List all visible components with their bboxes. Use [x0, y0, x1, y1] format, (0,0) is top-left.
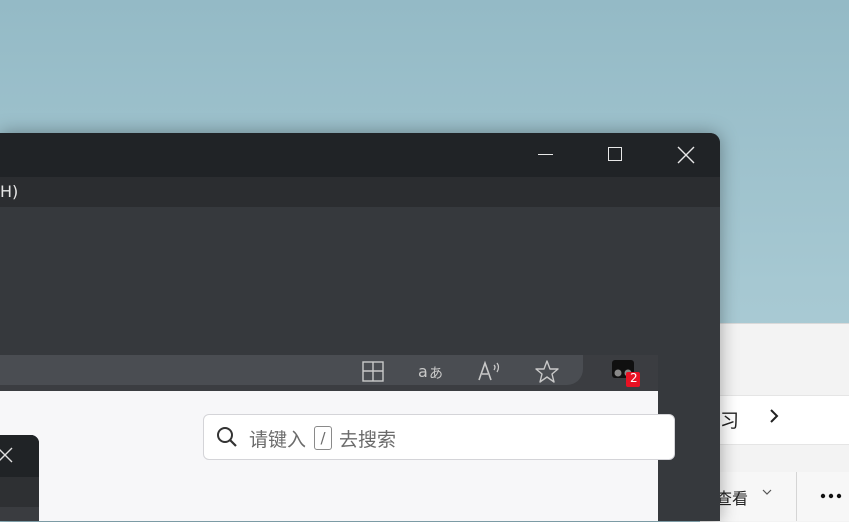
browser-page: 请键入 / 去搜索 [0, 391, 675, 521]
extension-icon[interactable]: 2 [608, 358, 640, 387]
title-bar[interactable] [0, 133, 720, 177]
toolbar-divider [796, 472, 797, 521]
search-placeholder-suffix: 去搜索 [339, 429, 397, 451]
more-options-icon[interactable] [818, 480, 846, 514]
read-aloud-icon[interactable] [474, 358, 504, 386]
secondary-title-bar[interactable] [0, 435, 39, 477]
explorer-breadcrumb-text[interactable]: 习 [720, 406, 739, 433]
search-input[interactable]: 请键入 / 去搜索 [203, 414, 675, 460]
split-screen-icon[interactable] [358, 358, 388, 386]
secondary-window [0, 435, 39, 521]
translate-icon[interactable]: aあ [416, 358, 446, 386]
minimize-button[interactable] [520, 133, 570, 177]
menu-bar: H) [0, 177, 720, 207]
menu-help[interactable]: H) [0, 182, 18, 201]
svg-text:a: a [418, 362, 428, 381]
maximize-icon [608, 147, 622, 161]
shortcut-key: / [314, 426, 332, 450]
svg-text:あ: あ [429, 366, 443, 382]
secondary-menu-bar [0, 477, 39, 507]
browser-view: aあ 2 请键入 / 去搜索 [0, 355, 675, 521]
chevron-down-icon[interactable] [762, 488, 772, 499]
search-icon [217, 427, 237, 447]
chevron-right-icon[interactable] [768, 406, 780, 431]
minimize-icon [538, 154, 553, 155]
maximize-button[interactable] [590, 133, 640, 177]
close-button[interactable] [660, 133, 710, 177]
close-icon [677, 146, 695, 164]
extension-badge: 2 [630, 371, 638, 385]
secondary-content [0, 507, 39, 521]
main-window: H) aあ 2 请键入 / 去搜索 [0, 133, 720, 521]
browser-toolbar: aあ 2 [0, 355, 658, 391]
favorite-star-icon[interactable] [532, 358, 562, 386]
close-icon[interactable] [0, 447, 14, 463]
search-placeholder: 请键入 [249, 429, 307, 451]
view-menu-button[interactable]: 查看 [716, 485, 748, 509]
